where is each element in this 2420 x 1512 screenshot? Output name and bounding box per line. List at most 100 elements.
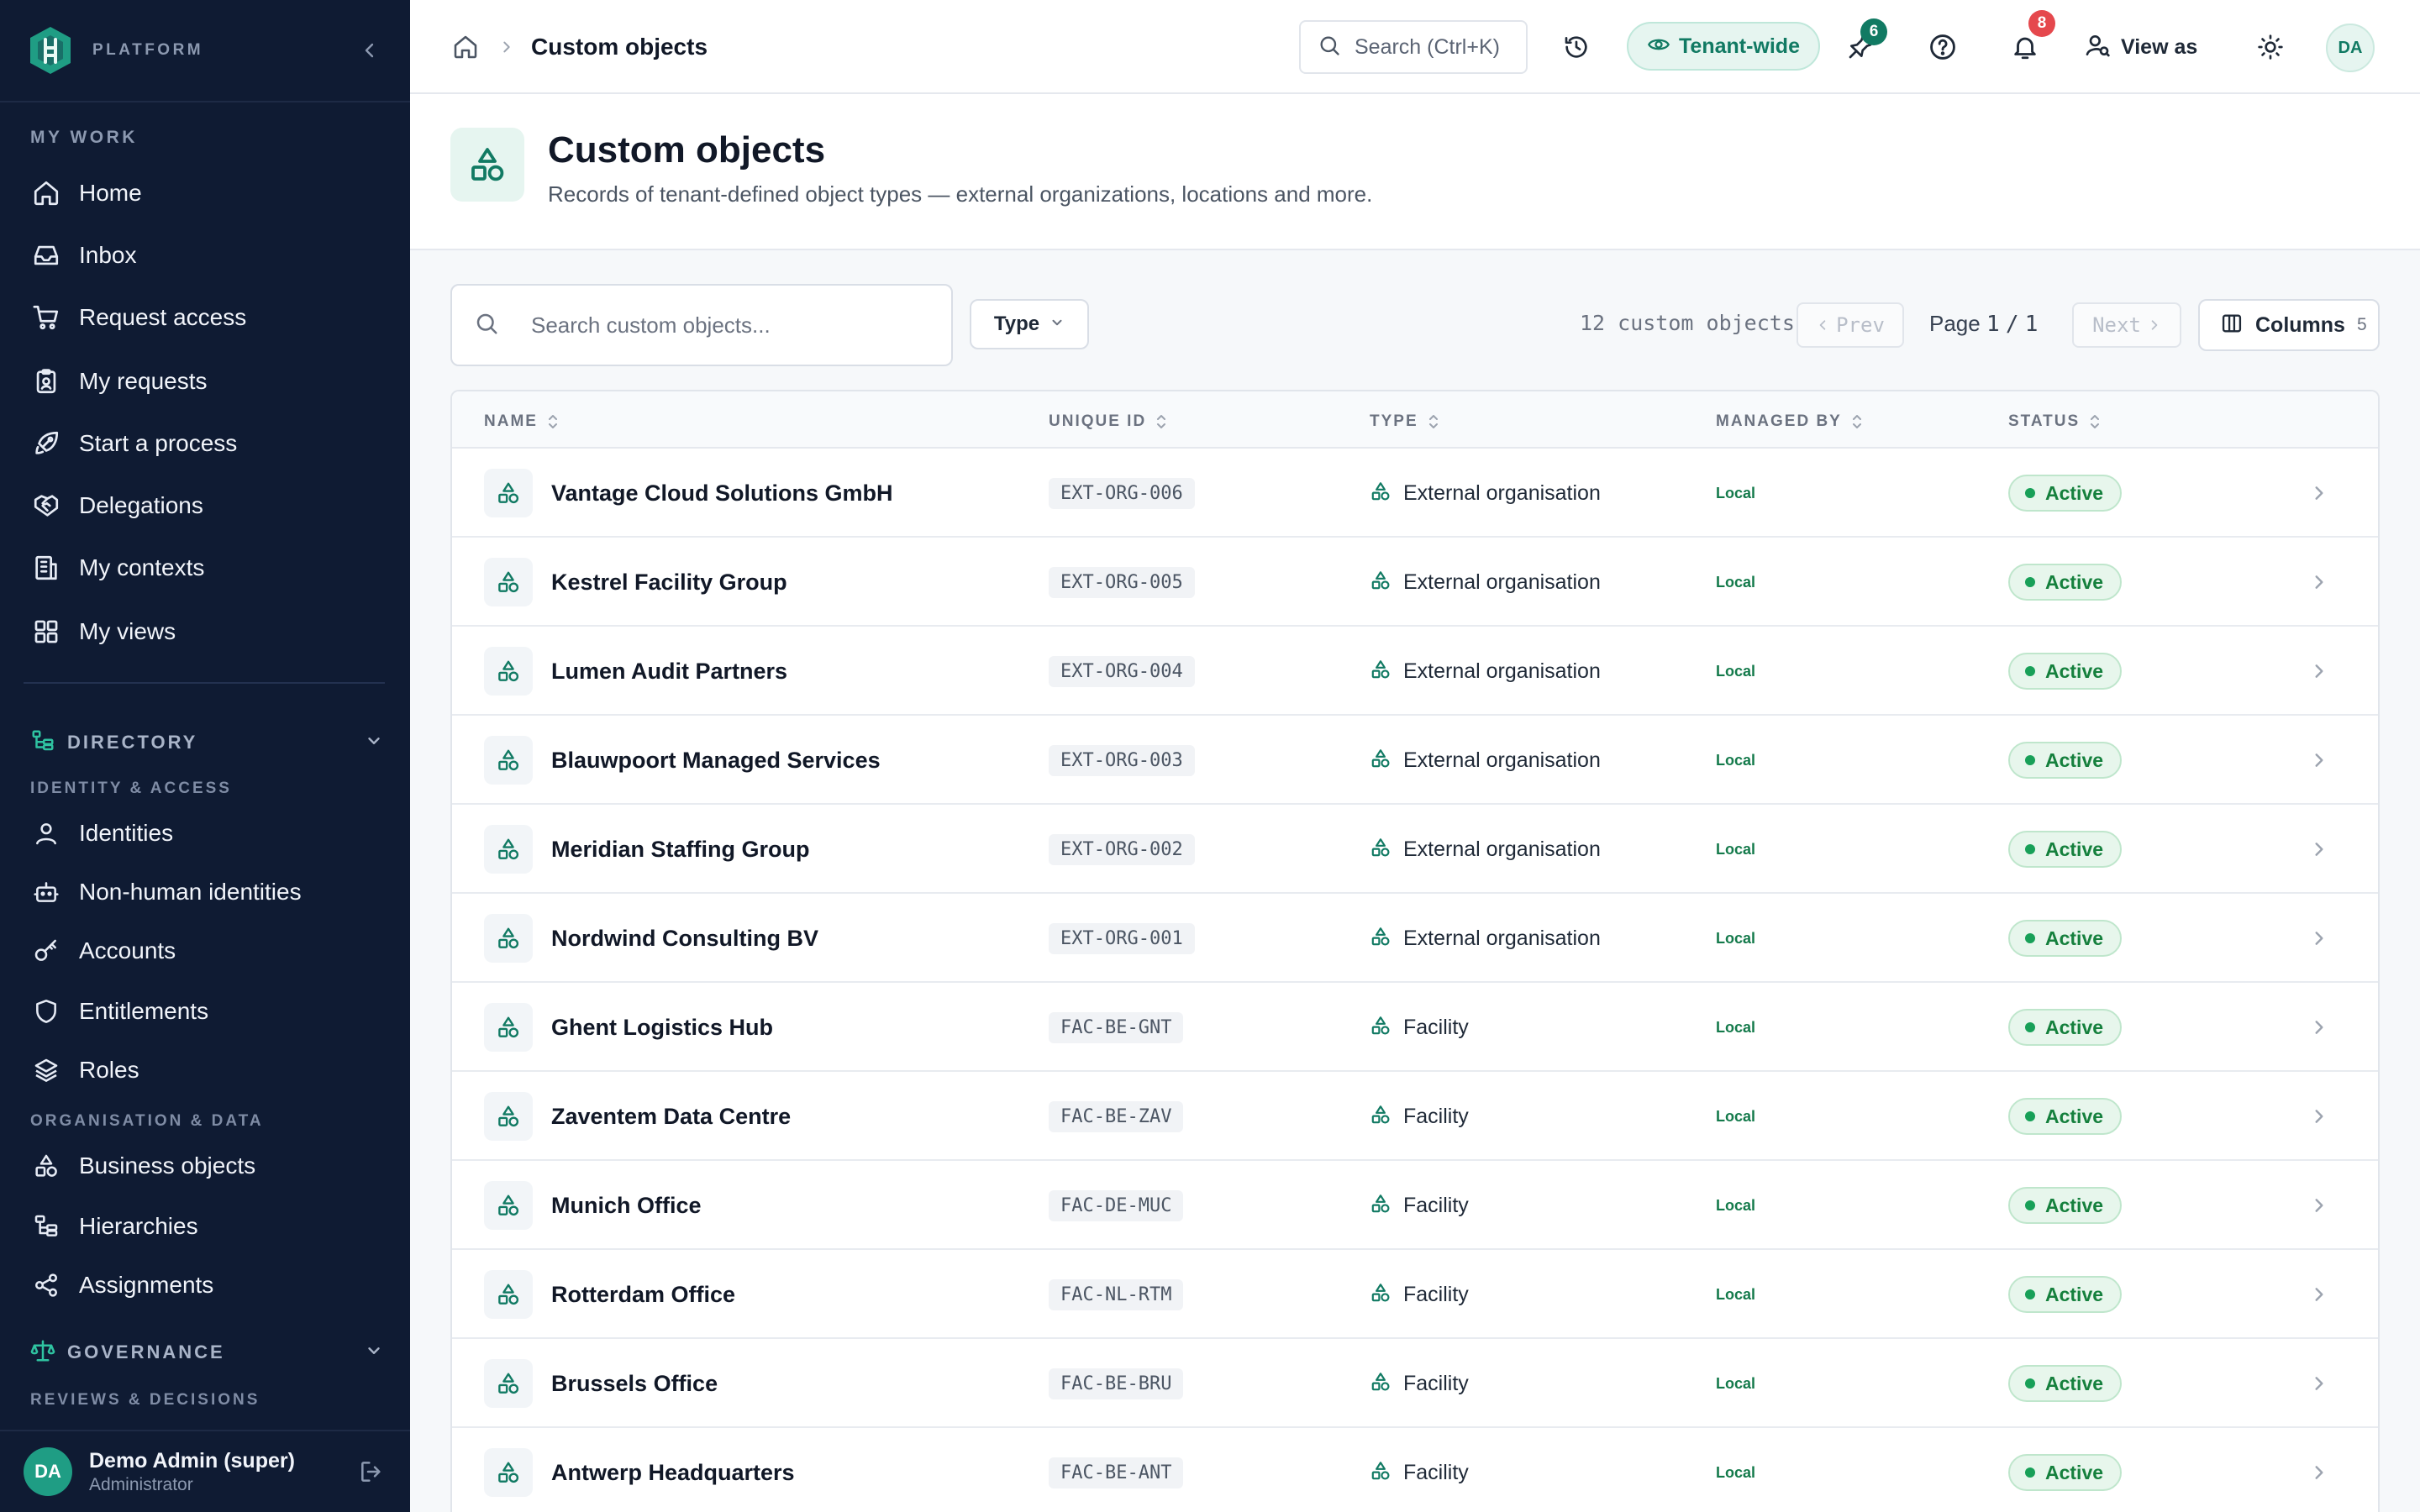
table-row[interactable]: Zaventem Data Centre FAC-BE-ZAV Facility… — [452, 1072, 2378, 1161]
table-row[interactable]: Nordwind Consulting BV EXT-ORG-001 Exter… — [452, 894, 2378, 983]
reviews-decisions-subheading: REVIEWS & DECISIONS — [30, 1391, 260, 1409]
column-header-managed-by[interactable]: MANAGED BY — [1716, 410, 1865, 433]
column-header-unique-id[interactable]: UNIQUE ID — [1049, 410, 1170, 433]
chevron-right-icon[interactable] — [2306, 658, 2333, 685]
row-action-cell — [2306, 805, 2333, 894]
column-header-label: STATUS — [2008, 412, 2081, 430]
home-breadcrumb-icon[interactable] — [449, 30, 482, 64]
view-as-button[interactable]: View as — [2084, 27, 2197, 67]
sidebar-item-hierarchies[interactable]: Hierarchies — [30, 1203, 383, 1250]
managed-by-cell: Local — [1716, 1250, 1755, 1339]
chevron-right-icon[interactable] — [2306, 836, 2333, 863]
theme-toggle-icon[interactable] — [2249, 25, 2292, 69]
search-input[interactable]: Search custom objects... — [450, 284, 953, 366]
directory-icon — [30, 728, 55, 758]
user-profile[interactable]: DA Demo Admin (super) Administrator — [0, 1430, 410, 1512]
sidebar-item-my-contexts[interactable]: My contexts — [30, 544, 383, 591]
sidebar-item-label: Delegations — [79, 492, 203, 518]
search-icon — [1318, 34, 1341, 61]
table-row[interactable]: Meridian Staffing Group EXT-ORG-002 Exte… — [452, 805, 2378, 894]
sidebar-item-inbox[interactable]: Inbox — [30, 232, 383, 279]
object-type: Facility — [1403, 1371, 1469, 1395]
column-header-type[interactable]: TYPE — [1370, 410, 1442, 433]
status-cell: Active — [2008, 983, 2123, 1072]
status-dot — [2025, 666, 2035, 676]
sidebar-item-non-human-identities[interactable]: Non-human identities — [30, 869, 383, 916]
chevron-right-icon[interactable] — [2306, 1281, 2333, 1308]
sort-icon — [1155, 412, 1170, 431]
chevron-right-icon[interactable] — [2306, 480, 2333, 507]
brand: PLATFORM — [27, 25, 383, 76]
object-name: Antwerp Headquarters — [551, 1459, 795, 1485]
type-shapes-icon — [1370, 570, 1392, 596]
column-header-status[interactable]: STATUS — [2008, 410, 2103, 433]
unique-id-cell: FAC-BE-GNT — [1049, 983, 1184, 1072]
sidebar-item-assignments[interactable]: Assignments — [30, 1262, 383, 1309]
custom-objects-icon — [450, 128, 524, 202]
status-cell: Active — [2008, 449, 2123, 538]
chevron-right-icon[interactable] — [2306, 1014, 2333, 1041]
tenant-scope-toggle[interactable]: Tenant-wide — [1627, 22, 1820, 71]
global-search-input[interactable]: Search (Ctrl+K) — [1299, 20, 1528, 74]
object-shapes-icon — [484, 558, 533, 606]
next-page-button[interactable]: Next — [2072, 302, 2181, 348]
chevron-right-icon[interactable] — [2306, 1192, 2333, 1219]
unique-id: EXT-ORG-006 — [1049, 477, 1195, 509]
sidebar-item-entitlements[interactable]: Entitlements — [30, 988, 383, 1035]
table-row[interactable]: Vantage Cloud Solutions GmbH EXT-ORG-006… — [452, 449, 2378, 538]
table-row[interactable]: Blauwpoort Managed Services EXT-ORG-003 … — [452, 716, 2378, 805]
clipboard-icon — [30, 365, 62, 397]
chevron-right-icon[interactable] — [2306, 747, 2333, 774]
managed-by: Local — [1716, 1463, 1756, 1481]
status-dot — [2025, 1111, 2035, 1121]
column-header-name[interactable]: NAME — [484, 410, 561, 433]
sidebar-item-my-requests[interactable]: My requests — [30, 358, 383, 405]
sidebar-item-start-process[interactable]: Start a process — [30, 420, 383, 467]
unique-id: FAC-BE-BRU — [1049, 1368, 1184, 1399]
unique-id-cell: EXT-ORG-003 — [1049, 716, 1195, 805]
page-separator: / — [2005, 312, 2019, 337]
table-row[interactable]: Brussels Office FAC-BE-BRU Facility Loca… — [452, 1339, 2378, 1428]
table-row[interactable]: Kestrel Facility Group EXT-ORG-005 Exter… — [452, 538, 2378, 627]
chevron-right-icon[interactable] — [2306, 1370, 2333, 1397]
sidebar-item-roles[interactable]: Roles — [30, 1047, 383, 1094]
table-row[interactable]: Munich Office FAC-DE-MUC Facility Local … — [452, 1161, 2378, 1250]
table-row[interactable]: Antwerp Headquarters FAC-BE-ANT Facility… — [452, 1428, 2378, 1512]
type-shapes-icon — [1370, 1015, 1392, 1041]
chevron-right-icon[interactable] — [2306, 1459, 2333, 1486]
directory-group-toggle[interactable]: DIRECTORY — [30, 726, 383, 759]
chevron-right-icon[interactable] — [2306, 569, 2333, 596]
page-total: 1 — [2024, 312, 2039, 337]
governance-group-toggle[interactable]: GOVERNANCE — [30, 1336, 383, 1369]
chevron-right-icon[interactable] — [2306, 1103, 2333, 1130]
name-cell: Munich Office — [484, 1161, 702, 1250]
chevron-right-icon[interactable] — [2306, 925, 2333, 952]
sidebar-item-request-access[interactable]: Request access — [30, 294, 383, 341]
prev-page-button[interactable]: Prev — [1797, 302, 1904, 348]
user-switch-icon — [2084, 32, 2111, 63]
user-name: Demo Admin (super) — [89, 1448, 295, 1473]
sidebar-item-home[interactable]: Home — [30, 170, 383, 217]
type-filter-dropdown[interactable]: Type — [970, 299, 1089, 349]
table-row[interactable]: Lumen Audit Partners EXT-ORG-004 Externa… — [452, 627, 2378, 716]
sidebar-item-label: Non-human identities — [79, 879, 302, 905]
sidebar-item-business-objects[interactable]: Business objects — [30, 1142, 383, 1189]
help-icon[interactable] — [1921, 25, 1965, 69]
type-cell: Facility — [1370, 1250, 1469, 1339]
history-icon[interactable] — [1555, 25, 1598, 69]
table-row[interactable]: Ghent Logistics Hub FAC-BE-GNT Facility … — [452, 983, 2378, 1072]
columns-button[interactable]: Columns 5 — [2198, 299, 2380, 351]
avatar[interactable]: DA — [2326, 24, 2375, 72]
collapse-sidebar-icon[interactable] — [356, 37, 383, 64]
sidebar-item-my-views[interactable]: My views — [30, 608, 383, 655]
type-shapes-icon — [1370, 659, 1392, 685]
type-shapes-icon — [1370, 1104, 1392, 1130]
logout-icon[interactable] — [353, 1453, 390, 1490]
type-shapes-icon — [1370, 1371, 1392, 1397]
table-row[interactable]: Rotterdam Office FAC-NL-RTM Facility Loc… — [452, 1250, 2378, 1339]
row-action-cell — [2306, 894, 2333, 983]
sidebar-item-identities[interactable]: Identities — [30, 810, 383, 857]
sidebar-item-accounts[interactable]: Accounts — [30, 927, 383, 974]
sidebar-item-delegations[interactable]: Delegations — [30, 482, 383, 529]
sidebar-item-label: Roles — [79, 1057, 139, 1083]
